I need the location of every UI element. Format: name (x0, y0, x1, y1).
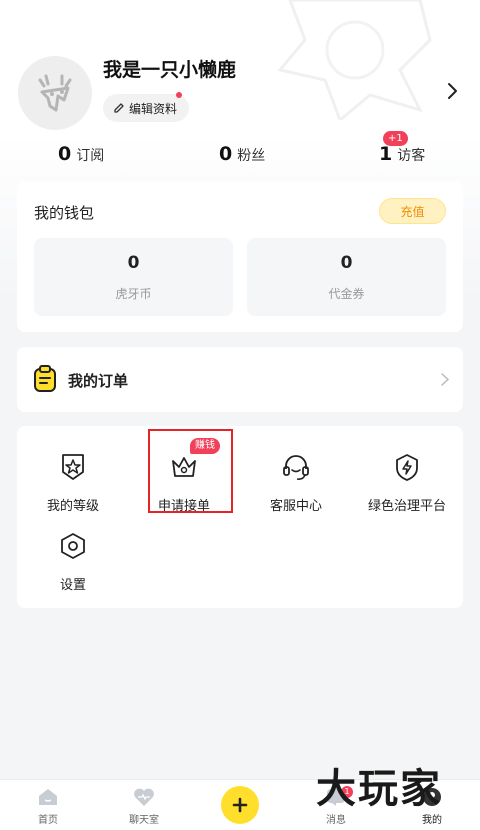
home-icon (39, 789, 57, 805)
stat-value: 0 (219, 143, 233, 165)
pencil-icon (114, 103, 124, 113)
plus-icon (232, 797, 248, 813)
deer-avatar-icon (38, 74, 72, 112)
stat-label: 访客 (397, 148, 426, 164)
heart-chat-icon (134, 788, 154, 806)
avatar[interactable] (18, 56, 92, 130)
stat-value: 0 (58, 143, 72, 165)
wallet-label: 代金券 (328, 286, 365, 301)
level-badge-icon (62, 454, 84, 480)
shield-lightning-icon (396, 454, 418, 481)
settings-hexagon-icon (61, 533, 85, 559)
menu-label: 设置 (59, 578, 86, 593)
menu-label: 绿色治理平台 (367, 499, 446, 514)
menu-green-governance[interactable]: 绿色治理平台 (351, 451, 463, 514)
nickname: 我是一只小懒鹿 (103, 59, 237, 81)
stat-label: 订阅 (76, 148, 105, 164)
edit-profile-label: 编辑资料 (129, 101, 178, 116)
order-clipboard-icon (34, 365, 56, 392)
my-orders-title: 我的订单 (68, 372, 129, 390)
wallet-title: 我的钱包 (34, 204, 95, 222)
profile-stats: 0 订阅 0 粉丝 1 访客 (0, 143, 480, 169)
earn-money-badge: 赚钱 (190, 438, 220, 454)
visitor-count-badge: +1 (383, 131, 408, 146)
tab-label: 聊天室 (129, 815, 159, 826)
menu-settings[interactable]: 设置 (17, 530, 129, 593)
wallet-voucher[interactable]: 0 代金券 (247, 238, 446, 316)
edit-profile-dot (176, 92, 182, 98)
chevron-right-icon[interactable] (446, 82, 460, 100)
menu-label: 我的等级 (46, 499, 99, 514)
stat-visitors[interactable]: 1 访客 (379, 143, 425, 165)
watermark-logo: 大玩家 (316, 765, 442, 812)
chevron-right-icon (441, 373, 449, 386)
stat-fans[interactable]: 0 粉丝 (219, 143, 265, 165)
tab-label: 首页 (38, 815, 58, 826)
menu-customer-service[interactable]: 客服中心 (240, 451, 352, 514)
create-plus-button[interactable] (221, 786, 259, 824)
tab-chatroom[interactable]: 聊天室 (96, 780, 192, 830)
wallet-card: 我的钱包 充值 0 虎牙币 0 代金券 (17, 182, 463, 332)
tab-home[interactable]: 首页 (0, 780, 96, 830)
decorative-flower-shape (277, 0, 432, 120)
headset-icon (283, 455, 309, 480)
recharge-button[interactable]: 充值 (379, 198, 446, 224)
wallet-huya-coin[interactable]: 0 虎牙币 (34, 238, 233, 316)
menu-my-level[interactable]: 我的等级 (17, 451, 129, 514)
edit-profile-button[interactable]: 编辑资料 (103, 94, 190, 122)
function-menu: 我的等级 申请接单 客服中心 绿色治理平台 设置 (17, 426, 463, 608)
wallet-label: 虎牙币 (115, 286, 152, 301)
stat-label: 粉丝 (237, 148, 266, 164)
wallet-value: 0 (340, 252, 353, 273)
stat-value: 1 (379, 143, 393, 165)
menu-label: 客服中心 (269, 499, 322, 514)
my-orders-row[interactable]: 我的订单 (17, 347, 463, 412)
stat-subscriptions[interactable]: 0 订阅 (58, 143, 104, 165)
wallet-value: 0 (127, 252, 140, 273)
